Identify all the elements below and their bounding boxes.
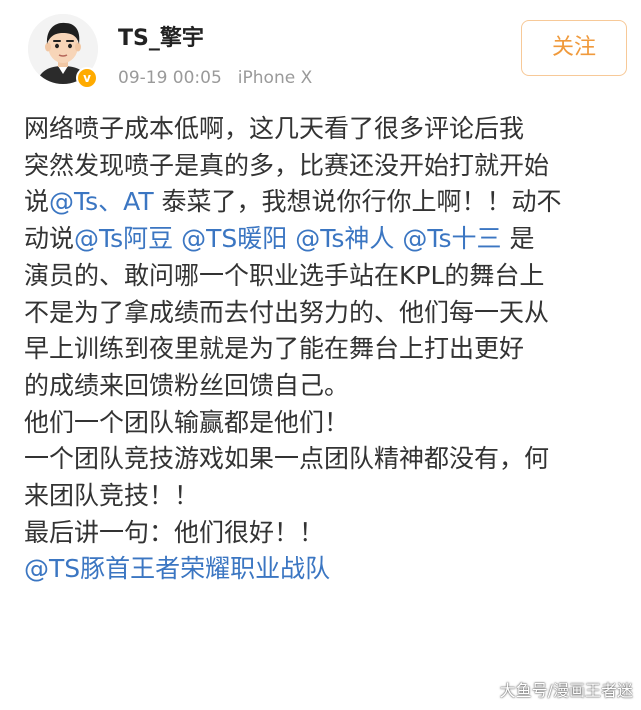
post-line: 一个团队竞技游戏如果一点团队精神都没有，何 — [24, 441, 632, 478]
mention-link[interactable]: @TS豚首王者荣耀职业战队 — [24, 554, 330, 583]
post-text: 的成绩来回馈粉丝回馈自己。 — [24, 370, 350, 400]
mention-link[interactable]: @Ts阿豆 — [74, 224, 173, 253]
post-line: 动说@Ts阿豆 @TS暖阳 @Ts神人 @Ts十三 是 — [24, 221, 632, 258]
post-text — [173, 224, 181, 253]
post-text: 泰菜了，我想说你行你上啊！！动不 — [153, 187, 562, 217]
post-line: 不是为了拿成绩而去付出努力的、他们每一天从 — [24, 295, 632, 332]
mention-link[interactable]: @Ts、AT — [49, 187, 154, 216]
verified-badge-icon: v — [76, 67, 98, 89]
author-name[interactable]: TS_擎宇 — [118, 24, 204, 54]
mention-link[interactable]: @TS暖阳 — [181, 224, 287, 253]
mention-link[interactable]: @Ts神人 — [295, 224, 394, 253]
post-text: 他们一个团队输赢都是他们！ — [24, 407, 350, 437]
post-line: 突然发现喷子是真的多，比赛还没开始打就开始 — [24, 148, 632, 185]
post-text: 动说 — [24, 224, 75, 254]
post-text: 一个团队竞技游戏如果一点团队精神都没有，何 — [24, 444, 550, 474]
post-line: 的成绩来回馈粉丝回馈自己。 — [24, 368, 632, 405]
post-time: 09-19 00:05 — [118, 68, 222, 88]
post-meta: 09-19 00:05 iPhone X — [118, 66, 312, 90]
post-line: 最后讲一句：他们很好！！ — [24, 515, 632, 552]
mention-link[interactable]: @Ts十三 — [402, 224, 501, 253]
post-line: 说@Ts、AT 泰菜了，我想说你行你上啊！！动不 — [24, 184, 632, 221]
post-line: 演员的、敢问哪一个职业选手站在KPL的舞台上 — [24, 258, 632, 295]
post-device: iPhone X — [237, 68, 313, 88]
follow-button[interactable]: 关注 — [521, 20, 627, 76]
post-text: 突然发现喷子是真的多，比赛还没开始打就开始 — [24, 150, 550, 180]
post-text: 说 — [24, 187, 50, 217]
post-text: 是 — [501, 224, 535, 254]
post-line: 早上训练到夜里就是为了能在舞台上打出更好 — [24, 331, 632, 368]
post-text: 早上训练到夜里就是为了能在舞台上打出更好 — [24, 334, 525, 364]
post-line: @TS豚首王者荣耀职业战队 — [24, 551, 632, 588]
post-line: 他们一个团队输赢都是他们！ — [24, 405, 632, 442]
post-text: 不是为了拿成绩而去付出努力的、他们每一天从 — [24, 297, 550, 327]
post-body: 网络喷子成本低啊，这几天看了很多评论后我 突然发现喷子是真的多，比赛还没开始打就开… — [24, 111, 632, 588]
post-text: 演员的、敢问哪一个职业选手站在KPL的舞台上 — [24, 260, 545, 290]
post-line: 来团队竞技！！ — [24, 478, 632, 515]
post-text: 来团队竞技！！ — [24, 481, 200, 511]
post-line: 网络喷子成本低啊，这几天看了很多评论后我 — [24, 111, 632, 148]
post-text: 最后讲一句：他们很好！！ — [24, 517, 325, 547]
post-text: 网络喷子成本低啊，这几天看了很多评论后我 — [24, 114, 525, 143]
watermark: 大鱼号/漫画王者迷 — [499, 681, 633, 700]
